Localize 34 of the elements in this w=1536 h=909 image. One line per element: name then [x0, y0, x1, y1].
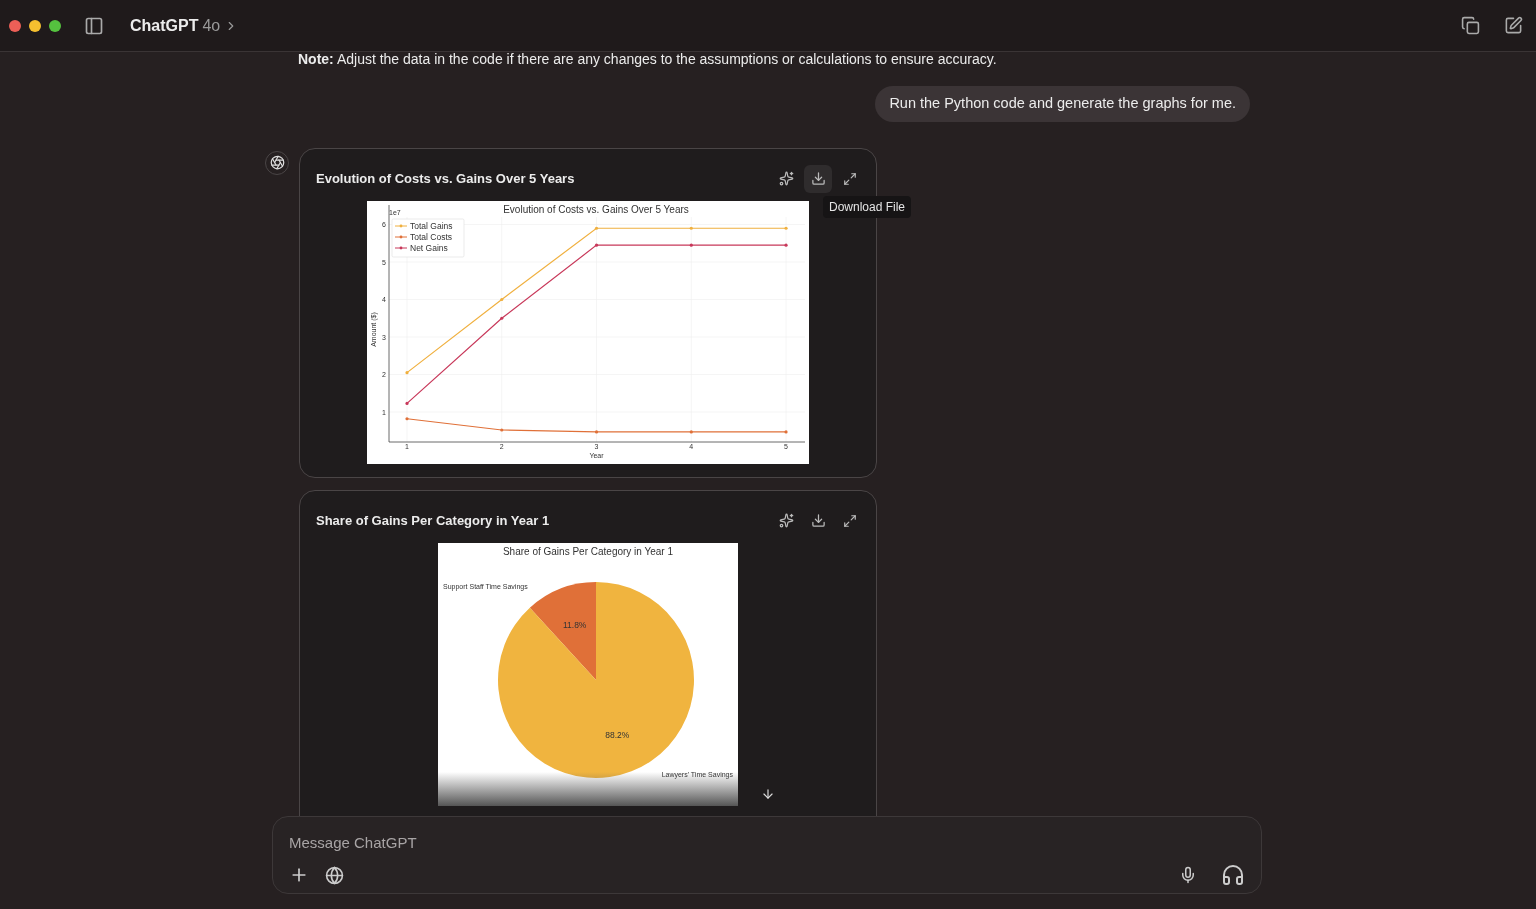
- model-name: 4o: [202, 15, 221, 36]
- new-chat-icon[interactable]: [1504, 16, 1523, 35]
- sidebar-toggle-icon[interactable]: [84, 15, 104, 36]
- note-paragraph: Note: Adjust the data in the code if there are any changes to the assumptions or calculations to ensure accuracy.: [298, 50, 998, 69]
- legend-swatch: [394, 235, 408, 239]
- tooltip: Download File: [823, 195, 912, 218]
- legend-label: Total Costs: [410, 231, 453, 242]
- legend-swatch: [394, 246, 408, 250]
- legend-label: Total Gains: [410, 220, 453, 231]
- legend-label: Net Gains: [410, 242, 448, 253]
- close-window-button[interactable]: [9, 19, 21, 32]
- message-input[interactable]: Message ChatGPT: [289, 832, 1245, 855]
- microphone-icon[interactable]: [1179, 866, 1197, 884]
- legend-swatch: [394, 224, 408, 228]
- model-selector[interactable]: ChatGPT 4o: [130, 13, 239, 38]
- card-title: Share of Gains Per Category in Year 1: [316, 512, 550, 530]
- zoom-window-button[interactable]: [49, 19, 61, 32]
- user-message: Run the Python code and generate the graphs for me.: [875, 86, 1250, 122]
- slice-value-label: 88.2%: [605, 729, 630, 740]
- minimize-window-button[interactable]: [29, 19, 41, 32]
- card-title: Evolution of Costs vs. Gains Over 5 Years: [316, 170, 575, 188]
- download-icon: [810, 513, 826, 529]
- download-icon: [810, 171, 826, 187]
- app-name: ChatGPT: [130, 15, 199, 36]
- message-field[interactable]: Message ChatGPT: [272, 816, 1262, 894]
- chart-title: Share of Gains Per Category in Year 1: [502, 545, 674, 557]
- headphones-icon[interactable]: [1221, 863, 1245, 887]
- chart-title: Evolution of Costs vs. Gains Over 5 Years: [503, 203, 689, 215]
- arrow-down-icon: [761, 787, 775, 801]
- globe-icon[interactable]: [325, 865, 344, 885]
- expand-icon: [843, 171, 857, 186]
- expand-icon: [843, 513, 857, 528]
- slice-value-label: 11.8%: [562, 619, 587, 630]
- download-button[interactable]: [804, 164, 832, 193]
